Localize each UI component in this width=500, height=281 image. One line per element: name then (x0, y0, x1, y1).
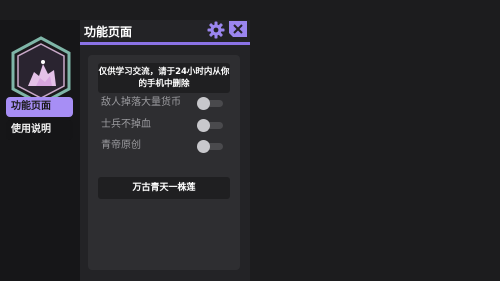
original-toggle[interactable] (197, 140, 223, 153)
panel-title: 功能页面 (84, 25, 133, 39)
toggle-label: 敌人掉落大量货币 (101, 97, 181, 108)
sidebar: 功能页面 使用说明 (0, 20, 80, 281)
toggle-label: 士兵不掉血 (101, 119, 151, 130)
currency-drop-toggle[interactable] (197, 97, 223, 110)
toggle-row-original: 青帝原创 (101, 139, 231, 153)
sidebar-item-instructions[interactable]: 使用说明 (6, 120, 73, 140)
title-underline (80, 42, 250, 45)
app-logo (11, 36, 71, 106)
toggle-row-soldier: 士兵不掉血 (101, 118, 231, 132)
disclaimer-notice: 仅供学习交流，请于24小时内从你的手机中删除 (98, 63, 230, 93)
close-icon[interactable] (229, 21, 247, 37)
feature-panel: 功能页面 仅供学习交流，请于24小时内从你的手机中删除 敌人掉落大量货币 士兵不… (80, 20, 250, 281)
no-damage-toggle[interactable] (197, 119, 223, 132)
toggle-row-currency: 敌人掉落大量货币 (101, 96, 231, 110)
gear-icon[interactable] (207, 21, 225, 39)
toggle-label: 青帝原创 (101, 140, 141, 151)
action-button[interactable]: 万古青天一株莲 (98, 177, 230, 199)
content-card: 仅供学习交流，请于24小时内从你的手机中删除 敌人掉落大量货币 士兵不掉血 青帝… (88, 55, 240, 270)
sidebar-item-features[interactable]: 功能页面 (6, 97, 73, 117)
